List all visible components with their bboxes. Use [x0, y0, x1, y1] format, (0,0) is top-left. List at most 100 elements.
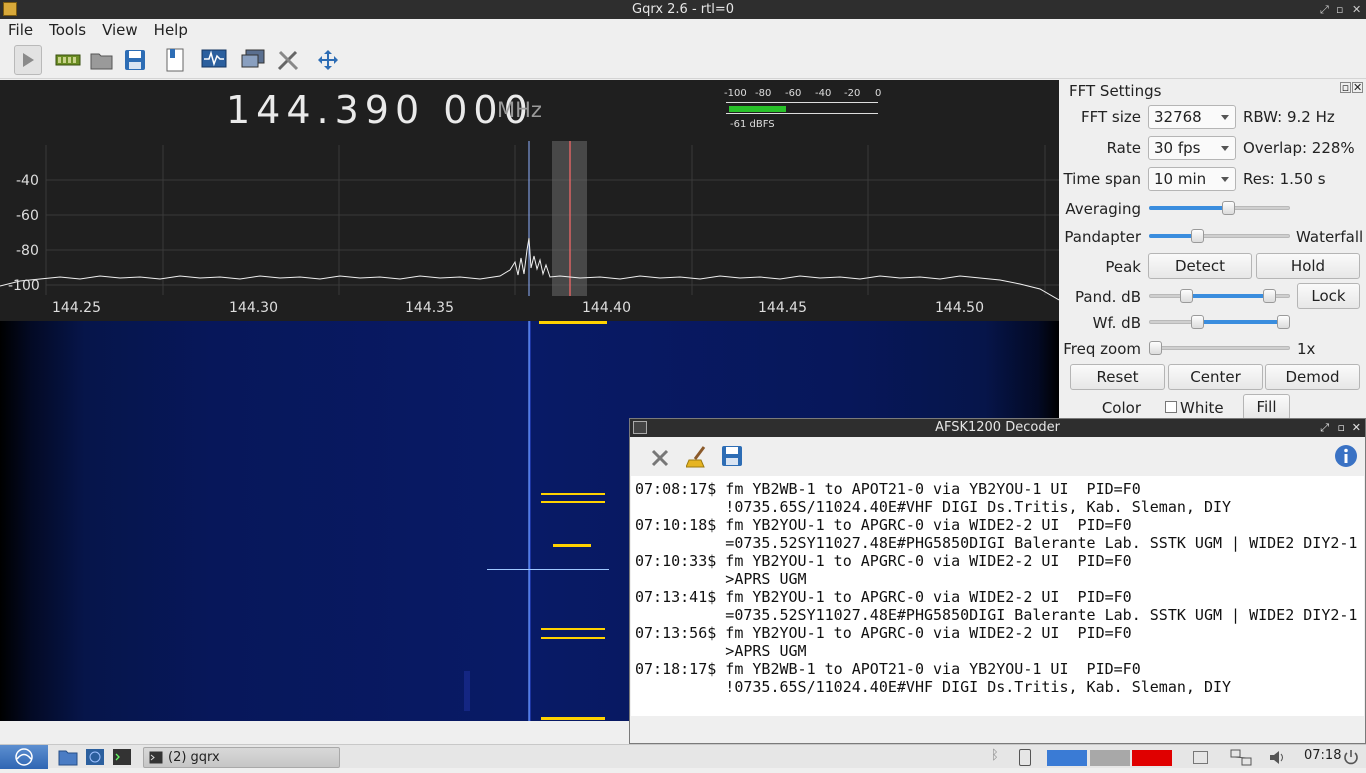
reset-button[interactable]: Reset [1070, 364, 1165, 390]
log-entry-body: =0735.52SY11027.48E#PHG5850DIGI Balerant… [635, 534, 1358, 552]
bookmark-icon[interactable] [161, 45, 189, 75]
chevron-down-icon [1221, 115, 1229, 120]
meter-reading: -61 dBFS [730, 119, 775, 130]
network-graph [1132, 750, 1172, 766]
freq-label: 144.40 [582, 300, 631, 316]
network-icon[interactable] [1230, 749, 1252, 766]
wf-db-range-slider[interactable] [1149, 314, 1290, 330]
waterfall-label: Waterfall [1296, 228, 1364, 246]
taskbar: (2) gqrx ᛒ 07:18 [0, 744, 1366, 769]
lock-button[interactable]: Lock [1297, 283, 1360, 309]
white-checkbox[interactable] [1165, 401, 1177, 413]
clock: 07:18 [1304, 748, 1342, 763]
fft-settings-panel: FFT Settings ▫ ✕ FFT size 32768 RBW: 9.2… [1060, 80, 1366, 420]
white-label: White [1180, 399, 1224, 417]
db-label: -60 [16, 208, 39, 224]
averaging-slider[interactable] [1149, 200, 1290, 216]
terminal-icon[interactable] [112, 748, 132, 766]
overlap-label: Overlap: 228% [1243, 139, 1355, 157]
volume-icon[interactable] [1268, 749, 1288, 766]
fullscreen-icon[interactable] [314, 45, 342, 75]
pandapter-label: Pandapter [1064, 228, 1141, 246]
db-label: -80 [16, 243, 39, 259]
timespan-label: Time span [1063, 170, 1141, 188]
clipboard-icon[interactable] [1019, 749, 1031, 766]
menu-tools[interactable]: Tools [41, 19, 94, 41]
meter-scale: -100 -80 -60 -40 -20 0 [724, 88, 882, 99]
taskbar-gqrx-task[interactable]: (2) gqrx [143, 747, 340, 768]
settings-icon[interactable] [274, 45, 302, 75]
fill-button[interactable]: Fill [1243, 394, 1290, 420]
log-entry-header: 07:13:41$ fm YB2YOU-1 to APGRC-0 via WID… [635, 588, 1132, 606]
remote-icon[interactable] [200, 45, 228, 75]
menu-file[interactable]: File [0, 19, 41, 41]
frequency-display[interactable]: 144.390 000 [226, 88, 534, 132]
power-icon[interactable] [1342, 749, 1360, 766]
rate-select[interactable]: 30 fps [1148, 136, 1236, 160]
decoder-log[interactable]: 07:08:17$ fm YB2WB-1 to APOT21-0 via YB2… [631, 476, 1364, 716]
memory-graph [1090, 750, 1130, 766]
freq-label: 144.50 [935, 300, 984, 316]
rbw-label: RBW: 9.2 Hz [1243, 108, 1335, 126]
freq-label: 144.25 [52, 300, 101, 316]
close-icon[interactable]: ✕ [1352, 419, 1361, 437]
pandapter-waterfall-slider[interactable] [1149, 228, 1290, 244]
log-entry-body: !0735.65S/11024.40E#VHF DIGI Ds.Tritis, … [635, 498, 1232, 516]
open-icon[interactable] [88, 45, 116, 75]
log-entry-header: 07:08:17$ fm YB2WB-1 to APOT21-0 via YB2… [635, 480, 1141, 498]
fft-size-select[interactable]: 32768 [1148, 105, 1236, 129]
close-icon[interactable]: ✕ [1352, 0, 1361, 19]
files-icon[interactable] [58, 748, 78, 766]
info-icon[interactable] [1334, 444, 1358, 468]
clear-icon[interactable] [648, 446, 672, 470]
demod-button[interactable]: Demod [1265, 364, 1360, 390]
fft-size-label: FFT size [1080, 108, 1141, 126]
restore-icon[interactable]: ▫ [1338, 419, 1345, 437]
center-button[interactable]: Center [1168, 364, 1263, 390]
waterfall-trace [553, 544, 591, 547]
broom-icon[interactable] [685, 445, 710, 469]
freq-label: 144.30 [229, 300, 278, 316]
app-icon [3, 2, 17, 16]
pand-db-label: Pand. dB [1075, 288, 1141, 306]
freq-label: 144.45 [758, 300, 807, 316]
decoder-title: AFSK1200 Decoder [935, 420, 1060, 435]
timespan-select[interactable]: 10 min [1148, 167, 1236, 191]
start-menu-icon[interactable] [0, 745, 48, 769]
window-titlebar: Gqrx 2.6 - rtl=0 ⤢ ▫ ✕ [0, 0, 1366, 19]
freq-zoom-slider[interactable] [1149, 340, 1290, 356]
waterfall-trace [541, 717, 605, 720]
maximize-icon[interactable]: ⤢ [1320, 419, 1329, 437]
device-icon[interactable] [54, 45, 82, 75]
menu-bar: File Tools View Help [0, 19, 1366, 41]
screen-icon[interactable] [240, 45, 268, 75]
fft-settings-title: FFT Settings [1069, 82, 1162, 100]
hold-button[interactable]: Hold [1256, 253, 1360, 279]
play-icon[interactable] [14, 45, 42, 75]
restore-icon[interactable]: ▫ [1336, 0, 1343, 19]
save-icon[interactable] [121, 45, 149, 75]
peak-label: Peak [1105, 258, 1141, 276]
browser-icon[interactable] [85, 748, 105, 766]
chevron-down-icon [1221, 177, 1229, 182]
close-icon[interactable]: ✕ [1352, 82, 1363, 93]
afsk-decoder-window: AFSK1200 Decoder ⤢ ▫ ✕ 07:08:17$ fm YB2W… [629, 418, 1366, 744]
decoder-titlebar: AFSK1200 Decoder ⤢ ▫ ✕ [630, 419, 1365, 437]
maximize-icon[interactable]: ⤢ [1320, 0, 1329, 19]
pand-db-range-slider[interactable] [1149, 288, 1290, 304]
db-label: -40 [16, 173, 39, 189]
terminal-icon [633, 421, 647, 434]
wf-db-label: Wf. dB [1092, 314, 1141, 332]
float-icon[interactable]: ▫ [1340, 82, 1351, 93]
menu-help[interactable]: Help [146, 19, 196, 41]
bluetooth-icon[interactable]: ᛒ [991, 748, 999, 763]
detect-button[interactable]: Detect [1148, 253, 1252, 279]
cpu-graph [1047, 750, 1087, 766]
save-icon[interactable] [721, 445, 745, 469]
waterfall-trace [541, 501, 605, 503]
meter-bar [729, 106, 786, 112]
window-icon[interactable] [1193, 751, 1208, 764]
rate-label: Rate [1106, 139, 1141, 157]
toolbar [0, 41, 1366, 79]
menu-view[interactable]: View [94, 19, 146, 41]
